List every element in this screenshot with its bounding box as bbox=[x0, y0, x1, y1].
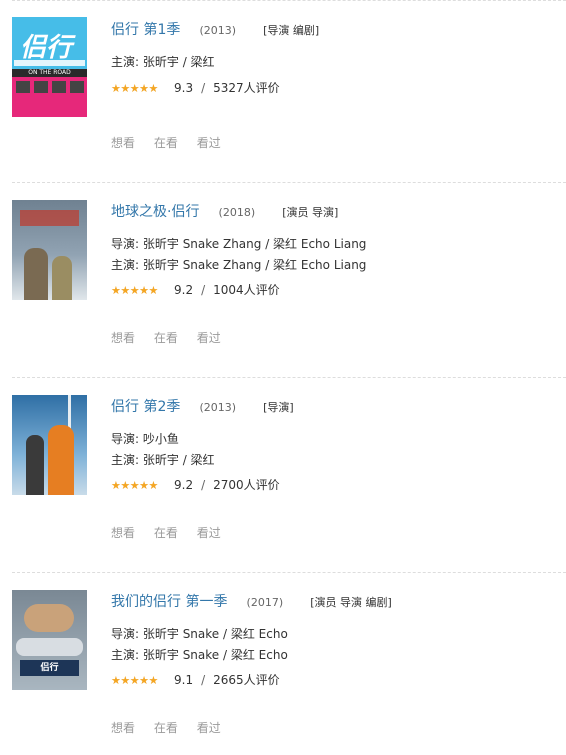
credit-value: 张昕宇 Snake Zhang / 梁红 Echo Liang bbox=[142, 237, 367, 251]
action-bar: 想看 在看 看过 bbox=[111, 524, 236, 541]
credit-label: 导演: bbox=[111, 237, 140, 251]
item-roles: [演员 导演 编剧] bbox=[310, 596, 392, 609]
credit-label: 主演: bbox=[111, 55, 140, 69]
poster-road-text: ON THE ROAD bbox=[12, 69, 87, 77]
item-title[interactable]: 我们的侣行 第一季 bbox=[111, 594, 227, 610]
credit-director: 导演: 吵小鱼 bbox=[111, 429, 566, 450]
credit-label: 主演: bbox=[111, 648, 140, 662]
poster-figure bbox=[52, 256, 72, 300]
item-year: (2017) bbox=[246, 596, 284, 609]
credit-value: 张昕宇 Snake Zhang / 梁红 Echo Liang bbox=[142, 258, 367, 272]
item-year: (2013) bbox=[199, 24, 237, 37]
credit-label: 主演: bbox=[111, 258, 140, 272]
want-to-watch-button[interactable]: 想看 bbox=[111, 331, 135, 345]
rating-stars: ★★★★★ ★★★★★ bbox=[111, 81, 158, 95]
list-item: 地球之极·侣行 (2018) [演员 导演] 导演: 张昕宇 Snake Zha… bbox=[12, 200, 566, 355]
rating-score: 9.1 bbox=[174, 673, 194, 687]
rating-score: 9.2 bbox=[174, 283, 194, 297]
watched-button[interactable]: 看过 bbox=[197, 721, 221, 735]
credit-value: 吵小鱼 bbox=[142, 432, 179, 446]
poster-logo: 侣行 bbox=[20, 660, 79, 676]
action-bar: 想看 在看 看过 bbox=[111, 329, 236, 346]
credit-value: 张昕宇 Snake / 梁红 Echo bbox=[142, 648, 288, 662]
rating-separator: / bbox=[201, 81, 206, 95]
rating: ★★★★★ ★★★★★ 9.2 / 2700人评价 bbox=[111, 474, 566, 496]
rating-count: 1004人评价 bbox=[213, 283, 280, 297]
credit-value: 张昕宇 Snake / 梁红 Echo bbox=[142, 627, 288, 641]
item-divider bbox=[12, 377, 566, 378]
watched-button[interactable]: 看过 bbox=[197, 136, 221, 150]
item-year: (2013) bbox=[199, 401, 237, 414]
watching-button[interactable]: 在看 bbox=[154, 136, 178, 150]
credit-label: 导演: bbox=[111, 627, 140, 641]
item-title[interactable]: 侣行 第2季 bbox=[111, 399, 180, 415]
list-item: 侣行 第2季 (2013) [导演] 导演: 吵小鱼 主演: 张昕宇 / 梁红 … bbox=[12, 395, 566, 550]
want-to-watch-button[interactable]: 想看 bbox=[111, 526, 135, 540]
poster-thumb bbox=[34, 81, 48, 93]
list-item: 侣行 我们的侣行 第一季 (2017) [演员 导演 编剧] 导演: 张昕宇 S… bbox=[12, 590, 566, 745]
top-divider bbox=[12, 0, 566, 1]
want-to-watch-button[interactable]: 想看 bbox=[111, 136, 135, 150]
rating-count: 2665人评价 bbox=[213, 673, 280, 687]
credit-director: 导演: 张昕宇 Snake / 梁红 Echo bbox=[111, 624, 566, 645]
action-bar: 想看 在看 看过 bbox=[111, 719, 236, 736]
rating-stars: ★★★★★ ★★★★★ bbox=[111, 673, 158, 687]
watched-button[interactable]: 看过 bbox=[197, 331, 221, 345]
poster-figure bbox=[48, 425, 74, 495]
item-roles: [演员 导演] bbox=[282, 206, 339, 219]
rating-score: 9.3 bbox=[174, 81, 194, 95]
poster-image[interactable]: 侣行 bbox=[12, 590, 87, 690]
item-divider bbox=[12, 182, 566, 183]
credit-label: 导演: bbox=[111, 432, 140, 446]
credit-value: 张昕宇 / 梁红 bbox=[142, 55, 215, 69]
watching-button[interactable]: 在看 bbox=[154, 526, 178, 540]
poster-plane bbox=[16, 638, 83, 656]
rating-separator: / bbox=[201, 673, 206, 687]
credit-cast: 主演: 张昕宇 / 梁红 bbox=[111, 450, 566, 471]
rating: ★★★★★ ★★★★★ 9.3 / 5327人评价 bbox=[111, 77, 566, 99]
credit-cast: 主演: 张昕宇 Snake / 梁红 Echo bbox=[111, 645, 566, 666]
credit-director: 导演: 张昕宇 Snake Zhang / 梁红 Echo Liang bbox=[111, 234, 566, 255]
item-divider bbox=[12, 572, 566, 573]
poster-thumb bbox=[70, 81, 84, 93]
credit-cast: 主演: 张昕宇 Snake Zhang / 梁红 Echo Liang bbox=[111, 255, 566, 276]
poster-image[interactable] bbox=[12, 395, 87, 495]
credit-label: 主演: bbox=[111, 453, 140, 467]
rating: ★★★★★ ★★★★★ 9.1 / 2665人评价 bbox=[111, 669, 566, 691]
poster-image[interactable] bbox=[12, 200, 87, 300]
poster-caption: 侣行 bbox=[20, 33, 73, 63]
action-bar: 想看 在看 看过 bbox=[111, 134, 236, 151]
rating-stars: ★★★★★ ★★★★★ bbox=[111, 283, 158, 297]
watching-button[interactable]: 在看 bbox=[154, 721, 178, 735]
poster-thumb bbox=[52, 81, 66, 93]
item-title[interactable]: 侣行 第1季 bbox=[111, 22, 180, 38]
list-item: 侣行 ON THE ROAD 侣行 第1季 (2013) [导演 编剧] 主演:… bbox=[12, 17, 566, 167]
item-title[interactable]: 地球之极·侣行 bbox=[111, 204, 199, 220]
rating-score: 9.2 bbox=[174, 478, 194, 492]
rating-count: 5327人评价 bbox=[213, 81, 280, 95]
rating-separator: / bbox=[201, 283, 206, 297]
poster-thumb bbox=[16, 81, 30, 93]
item-year: (2018) bbox=[218, 206, 256, 219]
credit-value: 张昕宇 / 梁红 bbox=[142, 453, 215, 467]
watched-button[interactable]: 看过 bbox=[197, 526, 221, 540]
credit-cast: 主演: 张昕宇 / 梁红 bbox=[111, 52, 566, 73]
item-roles: [导演] bbox=[263, 401, 294, 414]
rating-count: 2700人评价 bbox=[213, 478, 280, 492]
rating: ★★★★★ ★★★★★ 9.2 / 1004人评价 bbox=[111, 279, 566, 301]
poster-figures bbox=[24, 604, 74, 632]
poster-figure bbox=[26, 435, 44, 495]
poster-image[interactable]: 侣行 ON THE ROAD bbox=[12, 17, 87, 117]
watching-button[interactable]: 在看 bbox=[154, 331, 178, 345]
rating-separator: / bbox=[201, 478, 206, 492]
poster-title-art bbox=[20, 210, 79, 226]
poster-figure bbox=[24, 248, 48, 300]
poster-tagline-bar bbox=[14, 60, 85, 66]
rating-stars: ★★★★★ ★★★★★ bbox=[111, 478, 158, 492]
item-roles: [导演 编剧] bbox=[263, 24, 320, 37]
want-to-watch-button[interactable]: 想看 bbox=[111, 721, 135, 735]
